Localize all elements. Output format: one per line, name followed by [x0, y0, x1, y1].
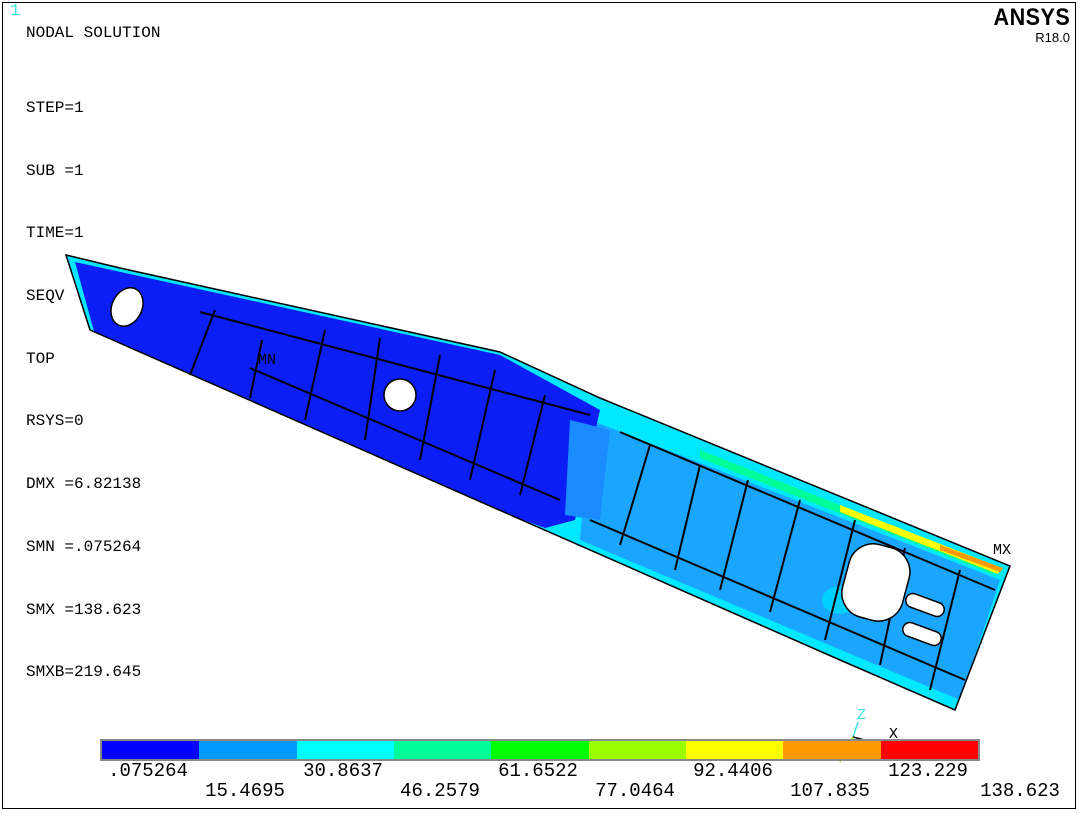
legend-label: 46.2579: [400, 780, 480, 802]
legend-swatch: [685, 741, 784, 759]
legend-swatch: [199, 741, 297, 759]
legend-label: 107.835: [790, 780, 870, 802]
legend-label: 15.4695: [205, 780, 285, 802]
contour-legend: [100, 739, 980, 761]
triad-z-label: Z: [857, 707, 866, 724]
legend-swatch: [783, 741, 881, 759]
legend-label: 61.6522: [498, 760, 578, 782]
min-marker: MN: [258, 352, 276, 369]
legend-swatch: [880, 741, 978, 759]
legend-label: .075264: [108, 760, 188, 782]
legend-swatch: [588, 741, 686, 759]
legend-label: 138.623: [980, 780, 1060, 802]
legend-swatch: [102, 741, 200, 759]
legend-swatch: [296, 741, 394, 759]
fea-contour-model[interactable]: MN MX Z X: [0, 0, 1080, 813]
legend-label: 30.8637: [303, 760, 383, 782]
legend-swatch: [393, 741, 492, 759]
legend-label: 123.229: [888, 760, 968, 782]
legend-label: 77.0464: [595, 780, 675, 802]
max-marker: MX: [993, 542, 1011, 559]
legend-swatch: [491, 741, 589, 759]
legend-label: 92.4406: [693, 760, 773, 782]
